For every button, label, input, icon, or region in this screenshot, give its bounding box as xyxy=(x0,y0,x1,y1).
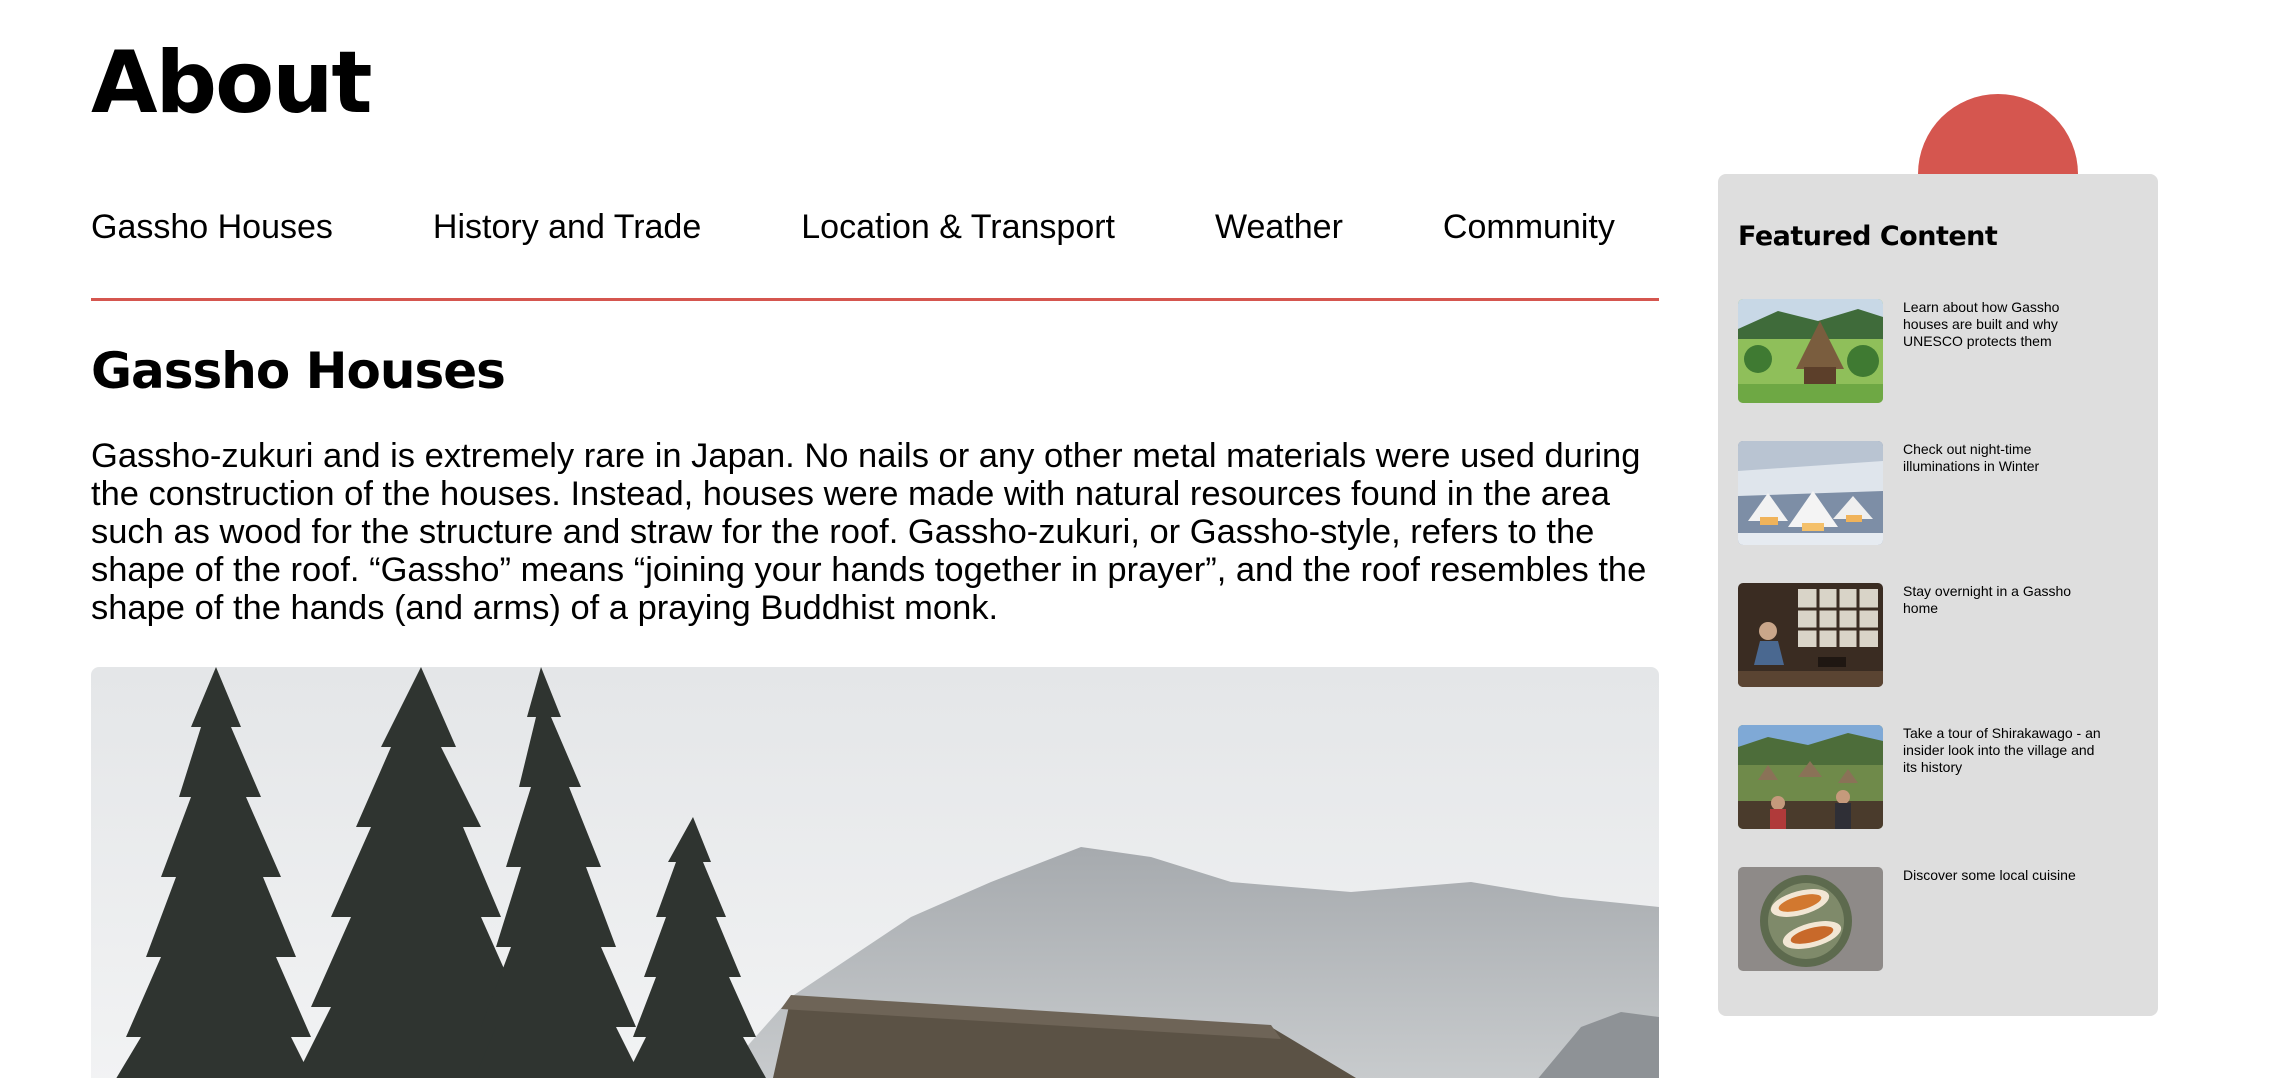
village-tour-photo-icon xyxy=(1738,725,1883,829)
featured-item-text: Stay overnight in a Gassho home xyxy=(1903,583,2072,616)
gassho-house-hero-image xyxy=(91,667,1659,1078)
tab-gassho-houses[interactable]: Gassho Houses xyxy=(91,205,333,255)
section-tabs: Gassho Houses History and Trade Location… xyxy=(91,205,1715,255)
tab-location-transport[interactable]: Location & Transport xyxy=(801,205,1115,255)
section-heading: Gassho Houses xyxy=(91,342,506,400)
page-title: About xyxy=(91,33,373,133)
section-body-text: Gassho-zukuri and is extremely rare in J… xyxy=(91,437,1647,627)
tab-weather[interactable]: Weather xyxy=(1215,205,1343,255)
featured-item-text: Check out night-time illuminations in Wi… xyxy=(1903,441,2040,474)
featured-item-gassho-construction[interactable]: Learn about how Gassho houses are built … xyxy=(1738,299,2138,403)
featured-content-panel: Featured Content Learn about how Gassho … xyxy=(1718,174,2158,1016)
featured-content-heading: Featured Content xyxy=(1738,221,1998,252)
featured-item-local-cuisine[interactable]: Discover some local cuisine xyxy=(1738,867,2138,971)
local-cuisine-photo-icon xyxy=(1738,867,1883,971)
tab-community[interactable]: Community xyxy=(1443,205,1615,255)
winter-illumination-photo-icon xyxy=(1738,441,1883,545)
featured-item-village-tour[interactable]: Take a tour of Shirakawago - an insider … xyxy=(1738,725,2138,829)
featured-item-winter-illuminations[interactable]: Check out night-time illuminations in Wi… xyxy=(1738,441,2138,545)
tab-history-and-trade[interactable]: History and Trade xyxy=(433,205,701,255)
featured-item-text: Learn about how Gassho houses are built … xyxy=(1903,299,2060,349)
featured-item-text: Take a tour of Shirakawago - an insider … xyxy=(1903,725,2101,775)
gassho-interior-photo-icon xyxy=(1738,583,1883,687)
gassho-house-summer-photo-icon xyxy=(1738,299,1883,403)
featured-item-stay-overnight[interactable]: Stay overnight in a Gassho home xyxy=(1738,583,2138,687)
tab-divider xyxy=(91,298,1659,301)
featured-item-text: Discover some local cuisine xyxy=(1903,867,2076,883)
